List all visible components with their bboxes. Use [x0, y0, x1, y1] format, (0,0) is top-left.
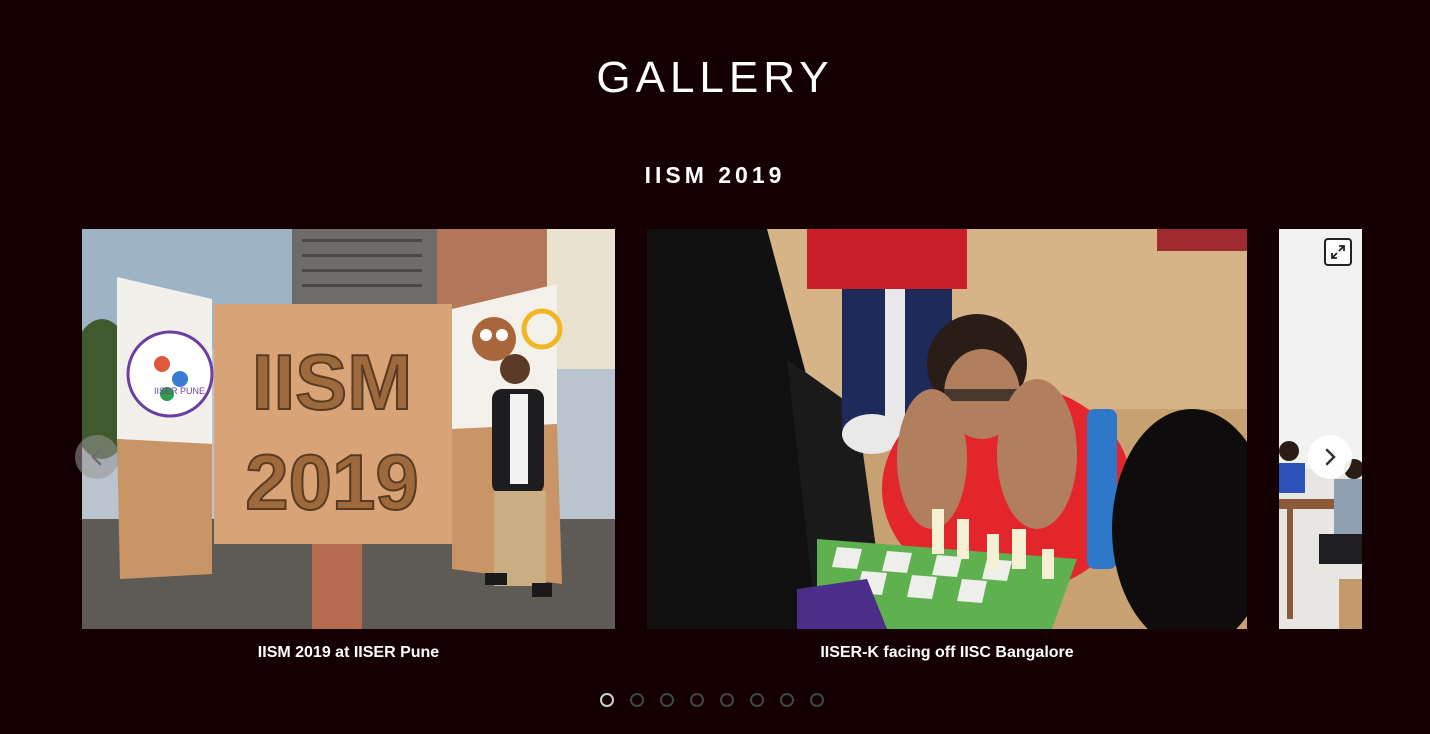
image-carousel[interactable]: IISER PUNE IISM 2019 IISM 2019 at IISER …: [82, 229, 1362, 669]
pagination-dot[interactable]: [720, 693, 734, 707]
pagination-dot[interactable]: [600, 693, 614, 707]
pagination-dot[interactable]: [660, 693, 674, 707]
carousel-slide[interactable]: IISER-K facing off IISC Bangalore: [647, 229, 1247, 663]
board-text-2019: 2019: [245, 438, 419, 526]
previous-slide-button[interactable]: [75, 435, 119, 479]
partial-photo: [1279, 229, 1362, 629]
slide-caption: IISER-K facing off IISC Bangalore: [820, 644, 1074, 661]
fullscreen-button[interactable]: [1324, 238, 1352, 266]
section-title: IISM 2019: [644, 162, 786, 188]
banner-logo-text: IISER PUNE: [154, 386, 205, 396]
slide-caption: IISM 2019 at IISER Pune: [257, 644, 440, 661]
pagination-dot[interactable]: [780, 693, 794, 707]
expand-icon: [1331, 245, 1345, 259]
next-slide-button[interactable]: [1308, 435, 1352, 479]
slide-photo[interactable]: [647, 229, 1247, 629]
pagination-dot[interactable]: [750, 693, 764, 707]
gallery-page: GALLERY IISM 2019 IISER PUNE IISM 2019 I…: [0, 0, 1430, 734]
carousel-slide[interactable]: IISER PUNE IISM 2019 IISM 2019 at IISER …: [82, 229, 615, 663]
slide-photo[interactable]: [1279, 229, 1362, 629]
page-title: GALLERY: [596, 53, 834, 102]
pagination-dot[interactable]: [690, 693, 704, 707]
chevron-left-icon: [91, 448, 102, 466]
board-text-iism: IISM: [252, 338, 412, 426]
pagination-dot[interactable]: [630, 693, 644, 707]
chess-match-photo: [647, 229, 1247, 629]
iism-board-photo: IISER PUNE IISM 2019: [82, 229, 615, 629]
chevron-right-icon: [1325, 448, 1336, 466]
slide-photo[interactable]: IISER PUNE IISM 2019: [82, 229, 615, 629]
pagination-dot[interactable]: [810, 693, 824, 707]
